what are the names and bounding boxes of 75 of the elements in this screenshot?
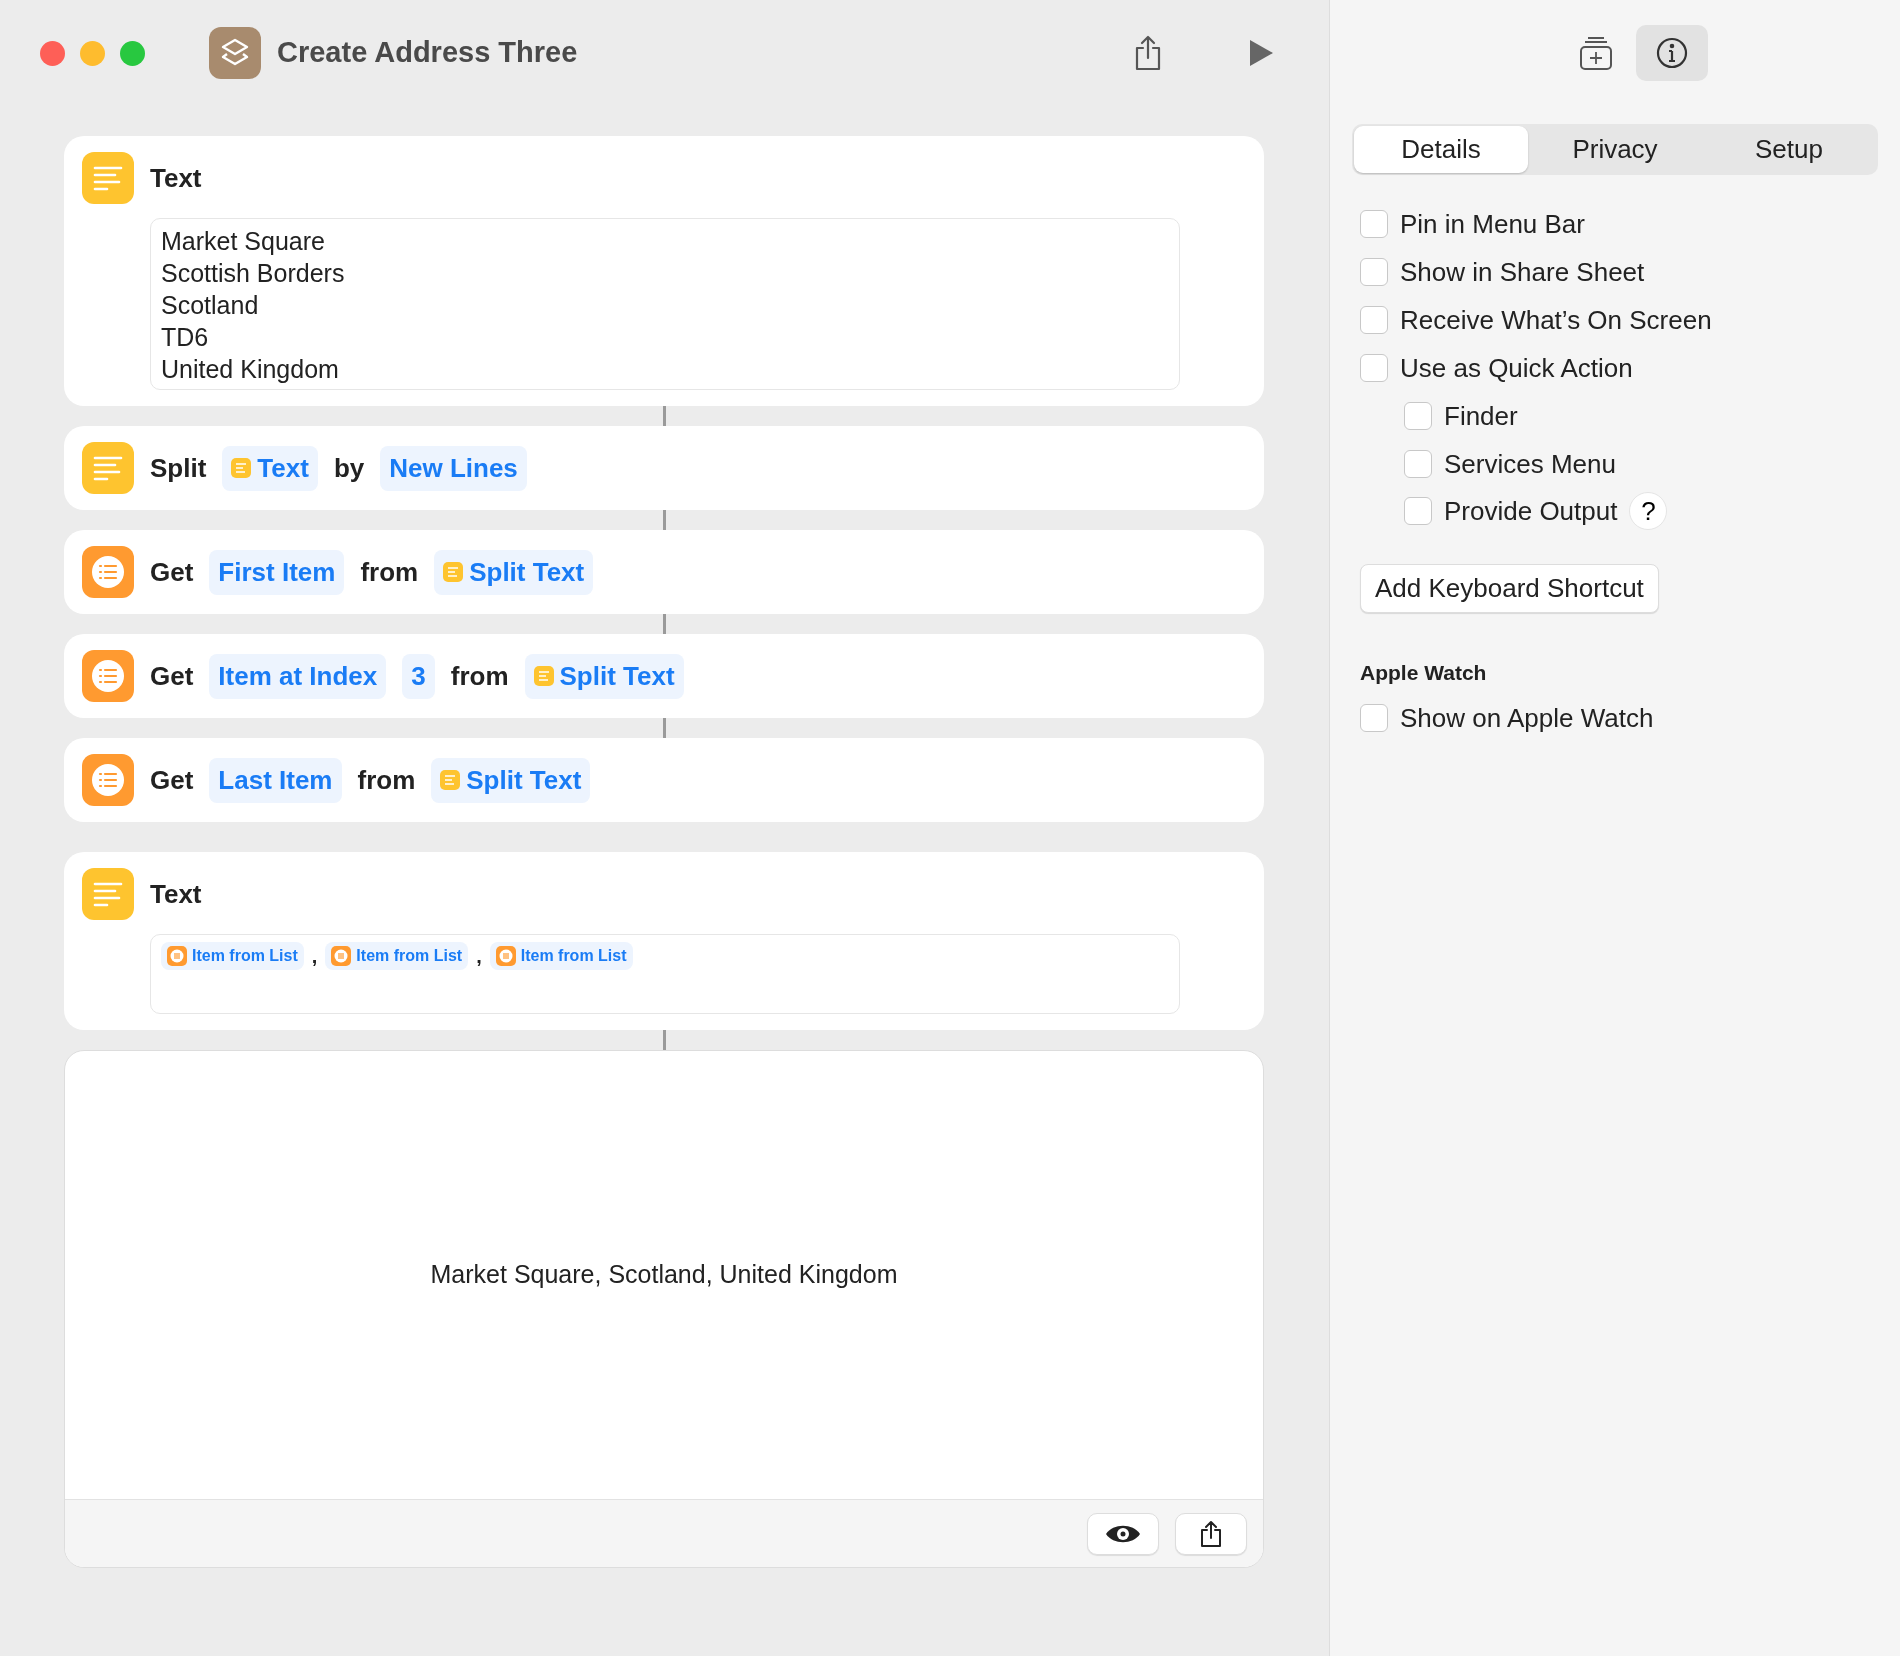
variable-token[interactable]: Item from List — [325, 942, 469, 970]
checkbox[interactable] — [1404, 402, 1432, 430]
variable-token[interactable]: Item from List — [161, 942, 304, 970]
list-icon — [82, 650, 134, 702]
variable-token[interactable]: Split Text — [524, 653, 684, 699]
window-title: Create Address Three — [277, 35, 579, 71]
text-line: Scotland — [161, 290, 260, 321]
checkbox-label: Use as Quick Action — [1400, 353, 1633, 383]
action-label: Get — [150, 763, 194, 797]
separator-text: , — [476, 944, 482, 969]
result-text: Market Square, Scotland, United Kingdom — [429, 1259, 899, 1291]
window-control-icon[interactable] — [120, 40, 145, 66]
action-label: Split — [150, 451, 207, 485]
tab[interactable]: Privacy — [1528, 126, 1702, 173]
variable-token[interactable]: Split Text — [431, 757, 591, 803]
text-field[interactable]: Market Square Scottish Borders Scotland TD6 United Kingdom — [150, 218, 1180, 390]
text-lines-icon — [231, 458, 252, 478]
action-label: Get — [150, 555, 194, 589]
checkbox[interactable] — [1360, 258, 1388, 286]
parameter-token[interactable]: First Item — [209, 549, 345, 595]
add-shortcut-button[interactable]: Add Keyboard Shortcut — [1360, 564, 1659, 613]
action-label: from — [450, 659, 509, 693]
variable-token[interactable]: Item from List — [489, 942, 633, 970]
checkbox[interactable] — [1360, 306, 1388, 334]
text-line: United Kingdom — [161, 354, 340, 385]
text-line: Scottish Borders — [161, 258, 346, 289]
checkbox-label: Provide Output — [1444, 496, 1618, 526]
share-icon[interactable] — [1175, 1512, 1247, 1555]
list-icon — [495, 946, 516, 966]
list-icon — [331, 946, 352, 966]
action-title: Text — [150, 877, 202, 911]
checkbox[interactable] — [1360, 703, 1388, 732]
text-lines-icon — [533, 666, 554, 686]
list-icon — [82, 754, 134, 806]
checkbox[interactable] — [1360, 354, 1388, 382]
variable-token[interactable]: Text — [222, 445, 318, 491]
parameter-token[interactable]: New Lines — [380, 445, 527, 491]
checkbox-label: Finder — [1444, 401, 1518, 431]
checkbox-label: Show on Apple Watch — [1400, 702, 1654, 733]
checkbox-label: Pin in Menu Bar — [1400, 209, 1585, 239]
text-lines-icon — [82, 868, 134, 920]
text-lines-icon — [82, 442, 134, 494]
text-field[interactable]: Item from List , Item from List , Item from List — [150, 934, 1180, 1014]
separator-text: , — [311, 944, 318, 969]
action-label: from — [357, 763, 416, 797]
action-title: Text — [150, 161, 202, 195]
parameter-token[interactable]: Item at Index — [209, 653, 387, 699]
parameter-token[interactable]: Last Item — [209, 757, 342, 803]
app-icon — [209, 27, 261, 79]
info-icon[interactable] — [1636, 25, 1708, 81]
tab[interactable]: Details — [1354, 126, 1528, 173]
text-lines-icon — [440, 770, 461, 790]
parameter-token[interactable]: 3 — [402, 653, 435, 699]
action-label: by — [333, 451, 365, 485]
text-lines-icon — [82, 152, 134, 204]
variable-token[interactable]: Split Text — [434, 549, 594, 595]
action-label: from — [360, 555, 419, 589]
text-line: TD6 — [161, 322, 210, 353]
section-heading: Apple Watch — [1360, 660, 1488, 686]
checkbox[interactable] — [1404, 450, 1432, 478]
help-button[interactable]: ? — [1629, 492, 1668, 530]
text-lines-icon — [443, 562, 464, 582]
checkbox[interactable] — [1404, 497, 1432, 525]
preview-icon[interactable] — [1087, 1512, 1159, 1555]
action-label: Get — [150, 659, 194, 693]
window-control-icon[interactable] — [40, 40, 65, 66]
list-icon — [82, 546, 134, 598]
checkbox-label: Show in Share Sheet — [1400, 257, 1645, 287]
tab[interactable]: Setup — [1702, 126, 1876, 173]
checkbox-label: Services Menu — [1444, 449, 1616, 479]
text-line: Market Square — [161, 226, 326, 257]
list-icon — [167, 946, 187, 966]
checkbox[interactable] — [1360, 210, 1388, 238]
window-control-icon[interactable] — [80, 40, 105, 66]
checkbox-label: Receive What’s On Screen — [1400, 305, 1712, 335]
